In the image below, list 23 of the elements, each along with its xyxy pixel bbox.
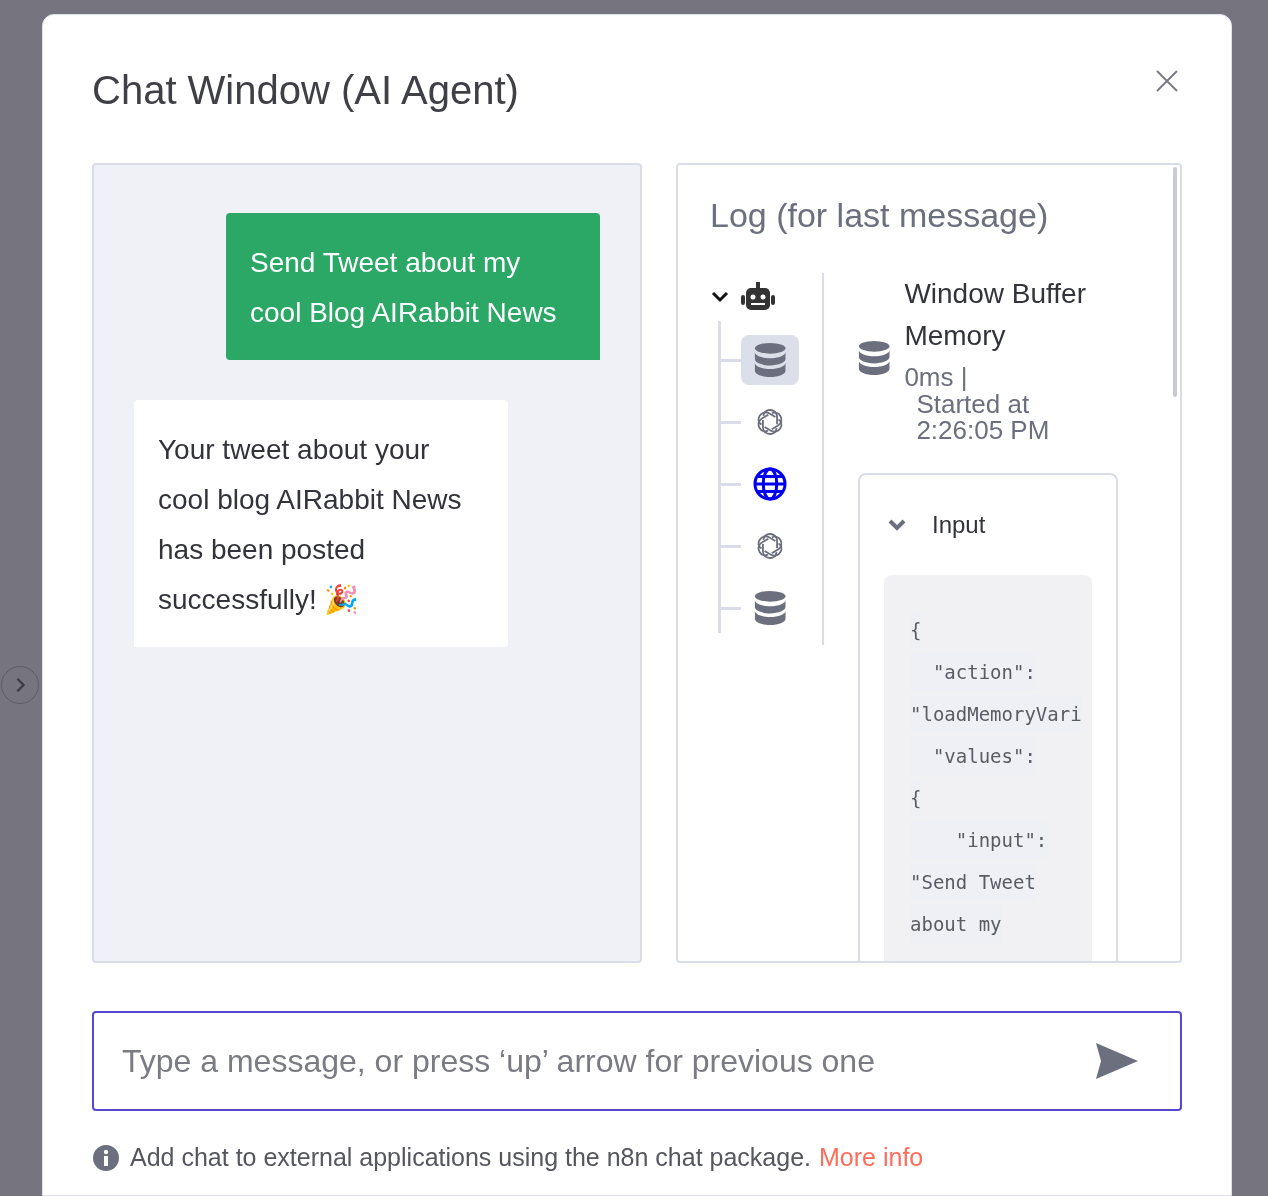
scrollbar[interactable]: [1173, 167, 1177, 397]
log-title: Log (for last message): [710, 195, 1050, 236]
bot-message: Your tweet about your cool blog AIRabbit News has been posted successfully! 🎉: [134, 400, 508, 647]
input-label: Input: [932, 511, 986, 539]
globe-icon: [752, 466, 788, 502]
start-time: Started at 2:26:05 PM: [915, 391, 1051, 443]
duration-text: 0ms |: [904, 363, 969, 391]
message-field[interactable]: Type a message, or press ‘up’ arrow for previous one: [92, 1011, 1182, 1111]
node-title: Window Buffer Memory: [904, 277, 1087, 353]
footer-text: Add chat to external applications using the n8n chat package. More info: [130, 1143, 924, 1172]
send-icon: [1094, 1041, 1140, 1081]
message-input[interactable]: Type a message, or press ‘up’ arrow for previous one: [120, 1041, 1094, 1081]
send-button[interactable]: [1094, 1041, 1140, 1081]
database-icon: [753, 590, 787, 626]
close-button[interactable]: [1155, 69, 1179, 93]
database-icon: [858, 340, 891, 376]
robot-icon: [740, 282, 776, 312]
dialog-title: Chat Window (AI Agent): [92, 67, 519, 114]
user-message: Send Tweet about my cool Blog AIRabbit News: [226, 213, 600, 360]
tree-node[interactable]: [741, 335, 799, 385]
database-icon: [753, 342, 787, 378]
more-info-link[interactable]: More info: [819, 1143, 924, 1171]
info-icon: [92, 1143, 120, 1172]
